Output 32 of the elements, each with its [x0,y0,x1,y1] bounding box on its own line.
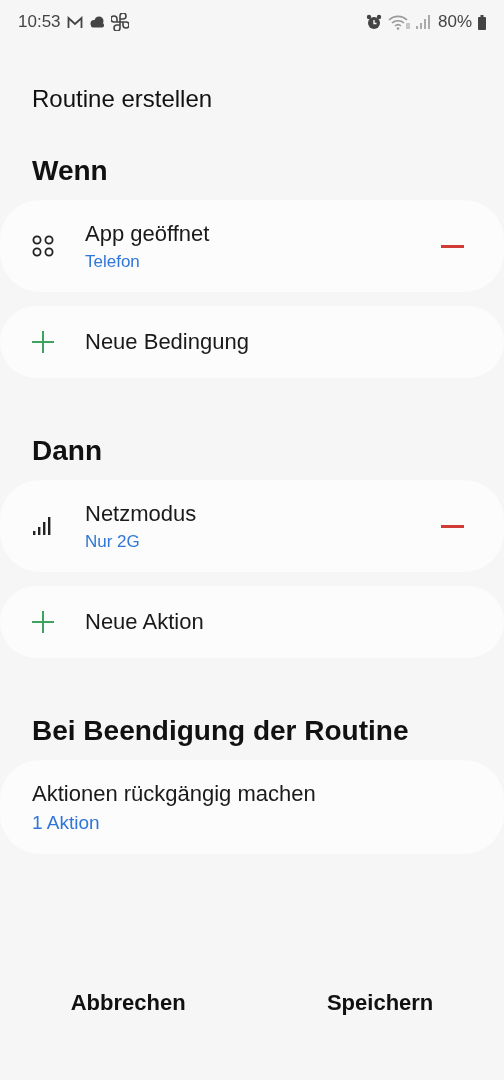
page-title: Routine erstellen [31,84,214,114]
text-button[interactable]: Speichern [306,980,454,1026]
remove-button[interactable] [441,524,464,528]
plus-icon [32,611,54,633]
section-heading: Bei Beendigung der Routine [31,714,410,748]
battery-level: 80% [437,12,472,32]
apps-icon [32,235,54,257]
cloud-icon [88,16,105,28]
wifi-icon [387,14,410,30]
item-title: Aktionen rückgängig machen [32,780,317,807]
option-card[interactable]: Aktionen rückgängig machen 1 Aktion [0,760,504,854]
clock: 10:53 [18,12,61,32]
alarm-icon [365,14,382,30]
item-title: Netzmodus [85,500,198,527]
condition-card[interactable]: Netzmodus Nur 2G [0,480,504,572]
signal-bars-icon [415,15,430,29]
item-value: Nur 2G [85,531,141,552]
mail-icon [66,15,83,29]
item-value: Telefon [85,251,141,272]
text-button[interactable]: Abbrechen [50,980,206,1026]
pinwheel-icon [110,13,129,31]
add-button[interactable]: Neue Aktion [0,586,504,658]
item-title: App geöffnet [85,220,211,247]
add-button[interactable]: Neue Bedingung [0,306,504,378]
plus-icon [32,331,54,353]
section-heading: Dann [31,434,103,468]
condition-card[interactable]: App geöffnet Telefon [0,200,504,292]
battery-icon [478,14,486,30]
signal-icon [32,515,52,537]
item-value: 1 Aktion [32,811,101,834]
section-heading: Wenn [31,154,109,188]
remove-button[interactable] [441,244,464,248]
